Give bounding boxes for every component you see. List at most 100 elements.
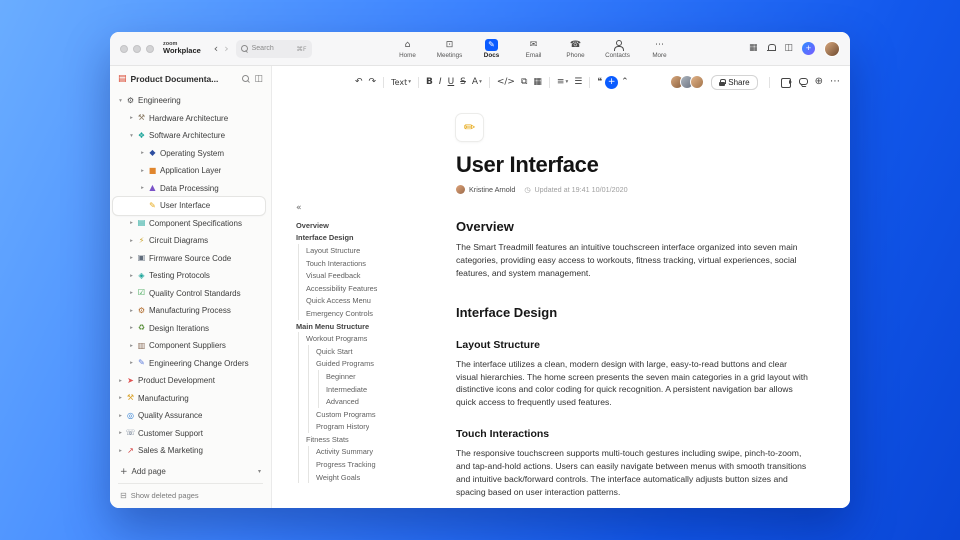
chevron-right-icon[interactable]: ▸ (127, 238, 136, 244)
sidebar-item-product-development[interactable]: ▸ ➤ Product Development (110, 372, 271, 390)
sidebar-item-component-suppliers[interactable]: ▸ ▥ Component Suppliers (110, 337, 271, 355)
sidebar-item-design-iterations[interactable]: ▸ ♻ Design Iterations (110, 320, 271, 338)
outline-item-touch-interactions[interactable]: Touch Interactions (286, 256, 440, 270)
sidebar-item-application-layer[interactable]: ▸ ■ Application Layer (110, 162, 271, 180)
comment-button[interactable]: ❝ (594, 74, 605, 90)
more-options-icon[interactable]: ⋯ (830, 77, 840, 87)
strikethrough-button[interactable]: S (457, 74, 469, 90)
sidebar-item-quality-assurance[interactable]: ▸ ◎ Quality Assurance (110, 407, 271, 425)
chevron-right-icon[interactable]: ▸ (127, 343, 136, 349)
sidebar-item-user-interface[interactable]: ✎ User Interface (113, 197, 265, 215)
outline-item-quick-access-menu[interactable]: Quick Access Menu (286, 294, 440, 308)
align-button[interactable]: ≡ ▾ (554, 74, 571, 90)
sidebar-search-icon[interactable] (242, 75, 250, 83)
video-camera-icon[interactable] (780, 78, 792, 88)
outline-item-progress-tracking[interactable]: Progress Tracking (286, 458, 440, 471)
outline-item-custom-programs[interactable]: Custom Programs (286, 407, 440, 421)
chevron-right-icon[interactable]: ▸ (127, 308, 136, 314)
italic-button[interactable]: I (436, 74, 445, 90)
collapse-toolbar-button[interactable]: ⌃ (618, 74, 632, 90)
add-page-button[interactable]: + Add page ▾ (110, 463, 271, 480)
outline-item-layout-structure[interactable]: Layout Structure (286, 244, 440, 257)
outline-item-workout-programs[interactable]: Workout Programs (286, 332, 440, 345)
chevron-down-icon[interactable]: ▾ (116, 98, 125, 104)
sidebar-collapse-icon[interactable]: ◫ (254, 74, 263, 84)
sidebar-item-manufacturing[interactable]: ▸ ⚒ Manufacturing (110, 390, 271, 408)
sidebar-item-software-architecture[interactable]: ▾ ❖ Software Architecture (110, 127, 271, 145)
page-emoji[interactable]: ✏ (456, 114, 483, 141)
minimize-window-button[interactable] (133, 44, 141, 53)
sidebar-item-data-processing[interactable]: ▸ ▲ Data Processing (110, 180, 271, 198)
redo-button[interactable]: ↷ (366, 74, 380, 90)
outline-item-interface-design[interactable]: Interface Design (286, 232, 440, 245)
maximize-window-button[interactable] (146, 44, 154, 53)
sidebar-item-manufacturing-process[interactable]: ▸ ⚙ Manufacturing Process (110, 302, 271, 320)
outline-item-weight-goals[interactable]: Weight Goals (286, 470, 440, 484)
close-window-button[interactable] (120, 44, 128, 53)
sidebar-item-firmware-source-code[interactable]: ▸ ▣ Firmware Source Code (110, 250, 271, 268)
back-button[interactable]: ‹ (211, 43, 221, 54)
comments-icon[interactable] (798, 77, 808, 87)
search-input[interactable]: Search ⌘F (235, 39, 312, 58)
tab-docs[interactable]: ✎ Docs (472, 37, 511, 61)
tab-contacts[interactable]: Contacts (598, 37, 637, 61)
chevron-right-icon[interactable]: ▸ (127, 325, 136, 331)
text-style-button[interactable]: Text ▾ (388, 74, 414, 90)
text-color-button[interactable]: A ▾ (469, 74, 485, 90)
chevron-right-icon[interactable]: ▸ (127, 255, 136, 261)
forward-button[interactable]: › (221, 43, 231, 54)
sidebar-item-testing-protocols[interactable]: ▸ ◈ Testing Protocols (110, 267, 271, 285)
tab-meetings[interactable]: ⊡ Meetings (430, 37, 469, 61)
sidebar-item-sales-marketing[interactable]: ▸ ↗ Sales & Marketing (110, 442, 271, 460)
chevron-right-icon[interactable]: ▸ (127, 115, 136, 121)
undo-button[interactable]: ↶ (352, 74, 366, 90)
table-button[interactable]: ▦ (530, 74, 545, 90)
globe-icon[interactable]: ⊕ (815, 77, 823, 87)
chevron-right-icon[interactable]: ▸ (116, 430, 125, 436)
new-item-button[interactable]: + (802, 42, 815, 55)
sidebar-item-hardware-architecture[interactable]: ▸ ⚒ Hardware Architecture (110, 110, 271, 128)
sidebar-item-circuit-diagrams[interactable]: ▸ ⚡ Circuit Diagrams (110, 232, 271, 250)
chevron-right-icon[interactable]: ▸ (116, 395, 125, 401)
apps-grid-icon[interactable]: ▦ (749, 44, 758, 53)
code-button[interactable]: </> (494, 74, 518, 90)
sidebar-item-component-specifications[interactable]: ▸ ▤ Component Specifications (110, 215, 271, 233)
chevron-down-icon[interactable]: ▾ (258, 468, 261, 475)
user-avatar[interactable] (824, 40, 840, 57)
tab-home[interactable]: ⌂ Home (388, 37, 427, 61)
sidebar-item-operating-system[interactable]: ▸ ◆ Operating System (110, 145, 271, 163)
chevron-right-icon[interactable]: ▸ (116, 378, 125, 384)
outline-item-advanced[interactable]: Advanced (286, 395, 440, 408)
outline-item-visual-feedback[interactable]: Visual Feedback (286, 269, 440, 282)
outline-item-activity-summary[interactable]: Activity Summary (286, 445, 440, 459)
side-panel-icon[interactable]: ◫ (784, 44, 793, 53)
outline-item-fitness-stats[interactable]: Fitness Stats (286, 433, 440, 446)
chevron-right-icon[interactable]: ▸ (116, 448, 125, 454)
tab-email[interactable]: ✉ Email (514, 37, 553, 61)
chevron-down-icon[interactable]: ▾ (127, 133, 136, 139)
tab-more[interactable]: ⋯ More (640, 37, 679, 61)
outline-item-intermediate[interactable]: Intermediate (286, 382, 440, 396)
share-button[interactable]: Share (711, 74, 758, 90)
outline-item-quick-start[interactable]: Quick Start (286, 344, 440, 358)
sidebar-item-engineering-change-orders[interactable]: ▸ ✎ Engineering Change Orders (110, 355, 271, 373)
outline-item-accessibility-features[interactable]: Accessibility Features (286, 281, 440, 295)
workspace-header[interactable]: ▤ Product Documenta... ◫ (110, 66, 271, 92)
outline-item-guided-programs[interactable]: Guided Programs (286, 357, 440, 371)
outline-item-beginner[interactable]: Beginner (286, 370, 440, 383)
show-deleted-pages-button[interactable]: ⊟ Show deleted pages (110, 487, 271, 503)
collapse-outline-icon[interactable]: « (296, 202, 440, 214)
chevron-right-icon[interactable]: ▸ (127, 360, 136, 366)
sidebar-item-engineering[interactable]: ▾ ⚙ Engineering (110, 92, 271, 110)
list-button[interactable]: ☰ (571, 74, 585, 90)
chevron-right-icon[interactable]: ▸ (127, 290, 136, 296)
outline-item-main-menu-structure[interactable]: Main Menu Structure (286, 320, 440, 333)
outline-item-emergency-controls[interactable]: Emergency Controls (286, 307, 440, 320)
outline-item-overview[interactable]: Overview (286, 219, 440, 232)
notifications-bell-icon[interactable] (766, 43, 776, 54)
chevron-right-icon[interactable]: ▸ (116, 413, 125, 419)
collaborator-avatar[interactable] (690, 75, 705, 89)
link-button[interactable]: ⧉ (518, 74, 530, 90)
chevron-right-icon[interactable]: ▸ (138, 185, 147, 191)
outline-item-program-history[interactable]: Program History (286, 420, 440, 434)
